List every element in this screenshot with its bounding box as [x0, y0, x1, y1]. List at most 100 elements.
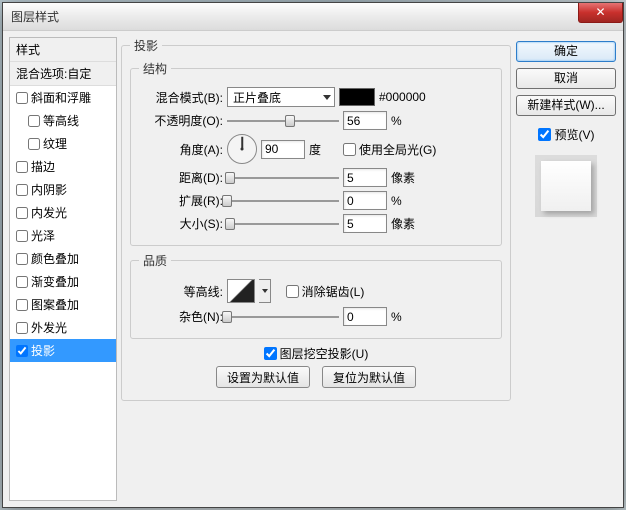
preview-checkbox[interactable]: 预览(V): [538, 126, 595, 143]
shadow-color-swatch[interactable]: [339, 88, 375, 106]
opacity-unit: %: [391, 114, 421, 128]
distance-slider[interactable]: [227, 170, 339, 186]
global-light-checkbox[interactable]: 使用全局光(G): [343, 141, 436, 158]
sidebar-blend-options[interactable]: 混合选项:自定: [10, 62, 116, 86]
spread-unit: %: [391, 194, 421, 208]
spread-label: 扩展(R):: [139, 192, 223, 209]
close-button[interactable]: ✕: [578, 3, 623, 23]
main-panel: 投影 结构 混合模式(B): 正片叠底 #000000 不透明度(O):: [121, 37, 511, 501]
layer-style-dialog: 图层样式 ✕ 样式 混合选项:自定 斜面和浮雕等高线纹理描边内阴影内发光光泽颜色…: [2, 2, 624, 508]
opacity-row: 不透明度(O): %: [139, 111, 493, 130]
distance-input[interactable]: [343, 168, 387, 187]
noise-unit: %: [391, 310, 421, 324]
blend-mode-value: 正片叠底: [233, 89, 281, 106]
right-panel: 确定 取消 新建样式(W)... 预览(V): [515, 37, 617, 501]
distance-row: 距离(D): 像素: [139, 168, 493, 187]
sidebar-item-9[interactable]: 图案叠加: [10, 293, 116, 316]
dialog-title: 图层样式: [11, 8, 59, 25]
knockout-row: 图层挖空投影(U): [130, 345, 502, 362]
contour-picker[interactable]: [227, 279, 255, 303]
knockout-checkbox[interactable]: 图层挖空投影(U): [264, 345, 369, 362]
opacity-input[interactable]: [343, 111, 387, 130]
sidebar-item-label: 光泽: [31, 227, 55, 244]
blend-mode-row: 混合模式(B): 正片叠底 #000000: [139, 87, 493, 107]
noise-slider[interactable]: [227, 309, 339, 325]
sidebar-item-check-3[interactable]: [16, 161, 28, 173]
noise-row: 杂色(N): %: [139, 307, 493, 326]
size-slider[interactable]: [227, 216, 339, 232]
sidebar-item-5[interactable]: 内发光: [10, 201, 116, 224]
default-buttons-row: 设置为默认值 复位为默认值: [130, 366, 502, 388]
preview-swatch: [535, 155, 597, 217]
sidebar-item-3[interactable]: 描边: [10, 155, 116, 178]
sidebar-item-label: 内发光: [31, 204, 67, 221]
knockout-check-input[interactable]: [264, 347, 277, 360]
sidebar-item-check-7[interactable]: [16, 253, 28, 265]
title-bar[interactable]: 图层样式 ✕: [3, 3, 623, 31]
angle-input[interactable]: [261, 140, 305, 159]
sidebar-item-check-4[interactable]: [16, 184, 28, 196]
structure-legend: 结构: [139, 60, 171, 77]
new-style-button[interactable]: 新建样式(W)...: [516, 95, 616, 116]
sidebar-item-check-1[interactable]: [28, 115, 40, 127]
sidebar-item-label: 颜色叠加: [31, 250, 79, 267]
sidebar-item-label: 图案叠加: [31, 296, 79, 313]
angle-label: 角度(A):: [139, 141, 223, 158]
sidebar-item-check-0[interactable]: [16, 92, 28, 104]
sidebar-item-check-6[interactable]: [16, 230, 28, 242]
sidebar-item-label: 投影: [31, 342, 55, 359]
contour-dropdown[interactable]: [259, 279, 271, 303]
cancel-button[interactable]: 取消: [516, 68, 616, 89]
color-hex-text: #000000: [379, 90, 426, 104]
sidebar-item-7[interactable]: 颜色叠加: [10, 247, 116, 270]
group-legend: 投影: [130, 37, 162, 54]
quality-legend: 品质: [139, 252, 171, 269]
sidebar-item-4[interactable]: 内阴影: [10, 178, 116, 201]
make-default-button[interactable]: 设置为默认值: [216, 366, 310, 388]
sidebar-item-11[interactable]: 投影: [10, 339, 116, 362]
distance-unit: 像素: [391, 169, 421, 186]
spread-slider[interactable]: [227, 193, 339, 209]
noise-input[interactable]: [343, 307, 387, 326]
sidebar-item-2[interactable]: 纹理: [10, 132, 116, 155]
sidebar-item-check-2[interactable]: [28, 138, 40, 150]
sidebar-item-check-8[interactable]: [16, 276, 28, 288]
sidebar-item-check-5[interactable]: [16, 207, 28, 219]
global-light-check-input[interactable]: [343, 143, 356, 156]
sidebar-item-check-10[interactable]: [16, 322, 28, 334]
antialias-checkbox[interactable]: 消除锯齿(L): [286, 283, 365, 300]
distance-label: 距离(D):: [139, 169, 223, 186]
preview-label: 预览(V): [555, 126, 595, 143]
opacity-label: 不透明度(O):: [139, 112, 223, 129]
structure-group: 结构 混合模式(B): 正片叠底 #000000 不透明度(O):: [130, 60, 502, 246]
chevron-down-icon: [323, 95, 331, 100]
blend-mode-label: 混合模式(B):: [139, 89, 223, 106]
spread-input[interactable]: [343, 191, 387, 210]
preview-check-input[interactable]: [538, 128, 551, 141]
sidebar-header[interactable]: 样式: [10, 38, 116, 62]
sidebar-item-6[interactable]: 光泽: [10, 224, 116, 247]
sidebar-item-check-9[interactable]: [16, 299, 28, 311]
angle-dial[interactable]: [227, 134, 257, 164]
size-unit: 像素: [391, 215, 421, 232]
style-sidebar: 样式 混合选项:自定 斜面和浮雕等高线纹理描边内阴影内发光光泽颜色叠加渐变叠加图…: [9, 37, 117, 501]
drop-shadow-group: 投影 结构 混合模式(B): 正片叠底 #000000 不透明度(O):: [121, 37, 511, 401]
sidebar-item-label: 纹理: [43, 135, 67, 152]
opacity-slider[interactable]: [227, 113, 339, 129]
sidebar-item-10[interactable]: 外发光: [10, 316, 116, 339]
sidebar-item-check-11[interactable]: [16, 345, 28, 357]
sidebar-item-label: 等高线: [43, 112, 79, 129]
ok-button[interactable]: 确定: [516, 41, 616, 62]
chevron-down-icon: [262, 289, 268, 293]
contour-label: 等高线:: [139, 283, 223, 300]
sidebar-item-0[interactable]: 斜面和浮雕: [10, 86, 116, 109]
antialias-label: 消除锯齿(L): [302, 283, 365, 300]
reset-default-button[interactable]: 复位为默认值: [322, 366, 416, 388]
knockout-label: 图层挖空投影(U): [280, 345, 369, 362]
sidebar-item-1[interactable]: 等高线: [10, 109, 116, 132]
blend-mode-select[interactable]: 正片叠底: [227, 87, 335, 107]
sidebar-item-8[interactable]: 渐变叠加: [10, 270, 116, 293]
sidebar-item-label: 渐变叠加: [31, 273, 79, 290]
size-input[interactable]: [343, 214, 387, 233]
antialias-check-input[interactable]: [286, 285, 299, 298]
